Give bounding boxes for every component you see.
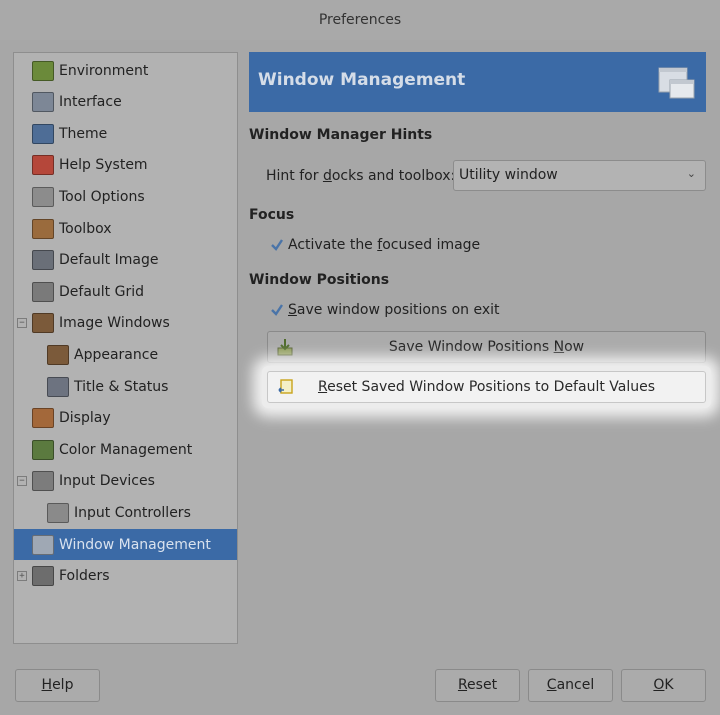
hint-select-value: Utility window bbox=[459, 167, 558, 183]
tree-item[interactable]: Theme bbox=[14, 118, 237, 149]
tree-item[interactable]: Interface bbox=[14, 87, 237, 118]
save-download-icon bbox=[277, 339, 293, 356]
tree-item-label: Display bbox=[59, 410, 111, 427]
tree-item-label: Title & Status bbox=[74, 378, 169, 395]
activate-focused-image-checkbox[interactable]: Activate the focused image bbox=[270, 237, 480, 253]
tool-options-icon bbox=[32, 186, 54, 207]
default-grid-icon bbox=[32, 281, 54, 302]
appearance-icon bbox=[47, 344, 69, 365]
tree-item-label: Folders bbox=[59, 568, 110, 585]
image-windows-icon bbox=[32, 313, 54, 334]
activate-focused-image-label: Activate the focused image bbox=[288, 237, 481, 253]
chevron-down-icon: ⌄ bbox=[686, 167, 696, 180]
help-system-icon bbox=[32, 155, 54, 176]
tree-item[interactable]: Appearance bbox=[14, 339, 237, 370]
tree-item[interactable]: + Folders bbox=[14, 561, 237, 592]
tree-item-label: Default Grid bbox=[59, 283, 144, 300]
tree-item[interactable]: Display bbox=[14, 403, 237, 434]
tree-item[interactable]: Input Controllers bbox=[14, 497, 237, 528]
ok-button[interactable]: OK bbox=[621, 669, 706, 702]
focus-section-title: Focus bbox=[249, 207, 295, 223]
color-management-icon bbox=[32, 439, 54, 460]
hints-section-title: Window Manager Hints bbox=[249, 127, 433, 143]
hint-label: Hint for docks and toolbox: bbox=[266, 168, 456, 184]
tree-item-label: Help System bbox=[59, 157, 148, 174]
environment-icon bbox=[32, 60, 54, 81]
tree-item-label: Toolbox bbox=[59, 220, 112, 237]
tree-item[interactable]: Environment bbox=[14, 55, 237, 86]
help-button[interactable]: Help bbox=[15, 669, 100, 702]
tree-item[interactable]: Title & Status bbox=[14, 371, 237, 402]
tree-item[interactable]: Default Image bbox=[14, 245, 237, 276]
tree-item-label: Window Management bbox=[59, 536, 211, 553]
display-icon bbox=[32, 408, 54, 429]
tree-item-label: Tool Options bbox=[59, 188, 145, 205]
tree-item[interactable]: − Image Windows bbox=[14, 308, 237, 339]
reset-button[interactable]: Reset bbox=[435, 669, 520, 702]
tree-item-label: Default Image bbox=[59, 252, 159, 269]
hint-select[interactable]: Utility window ⌄ bbox=[453, 160, 706, 191]
checkmark-icon bbox=[271, 239, 283, 251]
tree-item[interactable]: − Input Devices bbox=[14, 466, 237, 497]
theme-icon bbox=[32, 123, 54, 144]
tree-item[interactable]: Toolbox bbox=[14, 213, 237, 244]
collapse-icon[interactable]: − bbox=[17, 317, 27, 328]
page-title: Window Management bbox=[258, 70, 466, 90]
tree-item[interactable]: Help System bbox=[14, 150, 237, 181]
cancel-button[interactable]: Cancel bbox=[528, 669, 613, 702]
window-management-icon bbox=[32, 534, 54, 555]
window-management-icon bbox=[658, 67, 695, 99]
tree-item[interactable]: Tool Options bbox=[14, 181, 237, 212]
tree-item-label: Appearance bbox=[74, 346, 159, 363]
checkmark-icon bbox=[271, 304, 283, 316]
save-positions-on-exit-checkbox[interactable]: Save window positions on exit bbox=[270, 302, 500, 318]
collapse-icon[interactable]: − bbox=[17, 475, 27, 486]
folders-icon bbox=[32, 566, 54, 587]
tree-item[interactable]: Default Grid bbox=[14, 276, 237, 307]
reset-icon bbox=[278, 379, 293, 394]
tree-item-label: Input Devices bbox=[59, 473, 155, 490]
tree-item[interactable]: Window Management bbox=[14, 529, 237, 560]
tree-item-label: Interface bbox=[59, 94, 122, 111]
page-banner: Window Management bbox=[249, 52, 706, 112]
save-positions-on-exit-label: Save window positions on exit bbox=[288, 302, 500, 318]
reset-window-positions-label: Reset Saved Window Positions to Default … bbox=[317, 379, 656, 395]
save-window-positions-now-button[interactable]: Save Window Positions Now bbox=[267, 331, 706, 363]
input-controllers-icon bbox=[47, 502, 69, 523]
preferences-tree[interactable]: Environment Interface Theme Help System Tool… bbox=[13, 52, 238, 644]
input-devices-icon bbox=[32, 471, 54, 492]
save-window-positions-now-label: Save Window Positions Now bbox=[388, 339, 585, 355]
tree-item-label: Theme bbox=[59, 125, 108, 142]
tree-item-label: Color Management bbox=[59, 441, 193, 458]
tree-item-label: Environment bbox=[59, 62, 149, 79]
expand-icon[interactable]: + bbox=[17, 570, 27, 581]
interface-icon bbox=[32, 92, 54, 113]
toolbox-icon bbox=[32, 218, 54, 239]
reset-window-positions-button[interactable]: Reset Saved Window Positions to Default … bbox=[267, 371, 706, 403]
tree-item[interactable]: Color Management bbox=[14, 434, 237, 465]
tree-item-label: Image Windows bbox=[59, 315, 170, 332]
default-image-icon bbox=[32, 250, 54, 271]
tree-item-label: Input Controllers bbox=[74, 504, 191, 521]
title-status-icon bbox=[47, 376, 69, 397]
positions-section-title: Window Positions bbox=[249, 272, 390, 288]
window-title: Preferences bbox=[0, 0, 720, 40]
